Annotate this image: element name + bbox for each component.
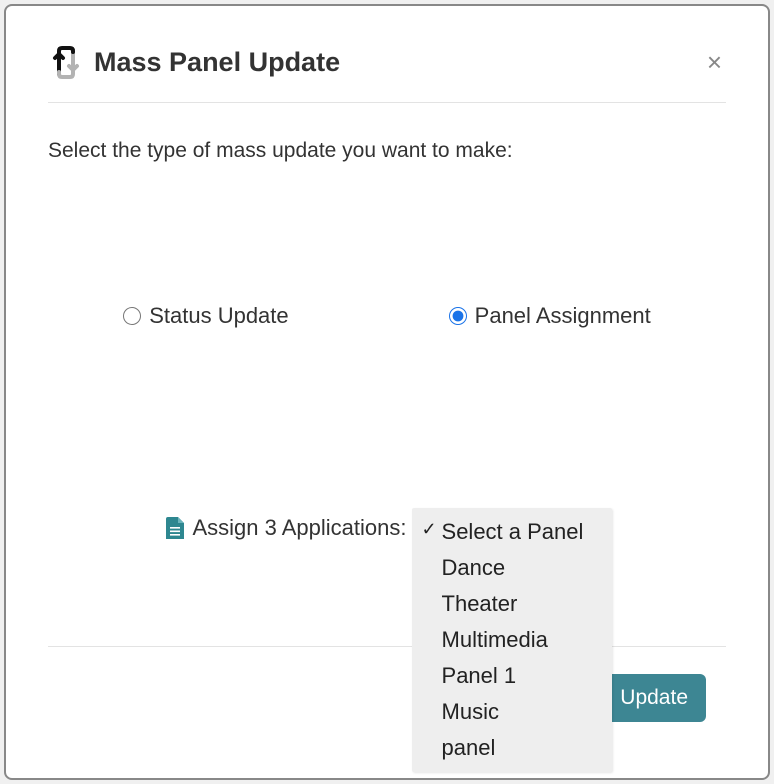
radio-status-update[interactable]: Status Update — [123, 303, 288, 329]
radio-panel-assignment-input[interactable] — [449, 307, 467, 325]
update-button[interactable]: Update — [602, 674, 706, 722]
panel-option-dance[interactable]: Dance — [412, 550, 612, 586]
panel-select-wrap: Select a Panel Select a Panel Dance Thea… — [413, 509, 608, 549]
modal-title: Mass Panel Update — [94, 47, 340, 78]
panel-option-music[interactable]: Music — [412, 694, 612, 730]
modal-header: Mass Panel Update × — [48, 44, 726, 103]
close-icon[interactable]: × — [703, 45, 726, 79]
panel-option-theater[interactable]: Theater — [412, 586, 612, 622]
swap-arrows-icon — [48, 44, 84, 80]
document-icon — [166, 517, 184, 539]
panel-option-panel-1[interactable]: Panel 1 — [412, 658, 612, 694]
radio-panel-assignment-label: Panel Assignment — [475, 303, 651, 329]
assign-label: Assign 3 Applications: — [192, 515, 406, 541]
radio-panel-assignment[interactable]: Panel Assignment — [449, 303, 651, 329]
panel-option-multimedia[interactable]: Multimedia — [412, 622, 612, 658]
instruction-text: Select the type of mass update you want … — [48, 139, 726, 163]
title-group: Mass Panel Update — [48, 44, 340, 80]
mass-panel-update-modal: Mass Panel Update × Select the type of m… — [4, 4, 770, 780]
footer-divider — [48, 646, 726, 647]
panel-option-select-a-panel[interactable]: Select a Panel — [412, 514, 612, 550]
radio-status-update-input[interactable] — [123, 307, 141, 325]
radio-status-update-label: Status Update — [149, 303, 288, 329]
assign-row: Assign 3 Applications: Select a Panel Se… — [48, 509, 726, 549]
panel-option-panel-lc[interactable]: panel — [412, 730, 612, 766]
panel-select-dropdown: Select a Panel Dance Theater Multimedia … — [412, 508, 612, 772]
assign-label-group: Assign 3 Applications: — [166, 509, 406, 541]
update-type-radio-group: Status Update Panel Assignment — [48, 303, 726, 329]
